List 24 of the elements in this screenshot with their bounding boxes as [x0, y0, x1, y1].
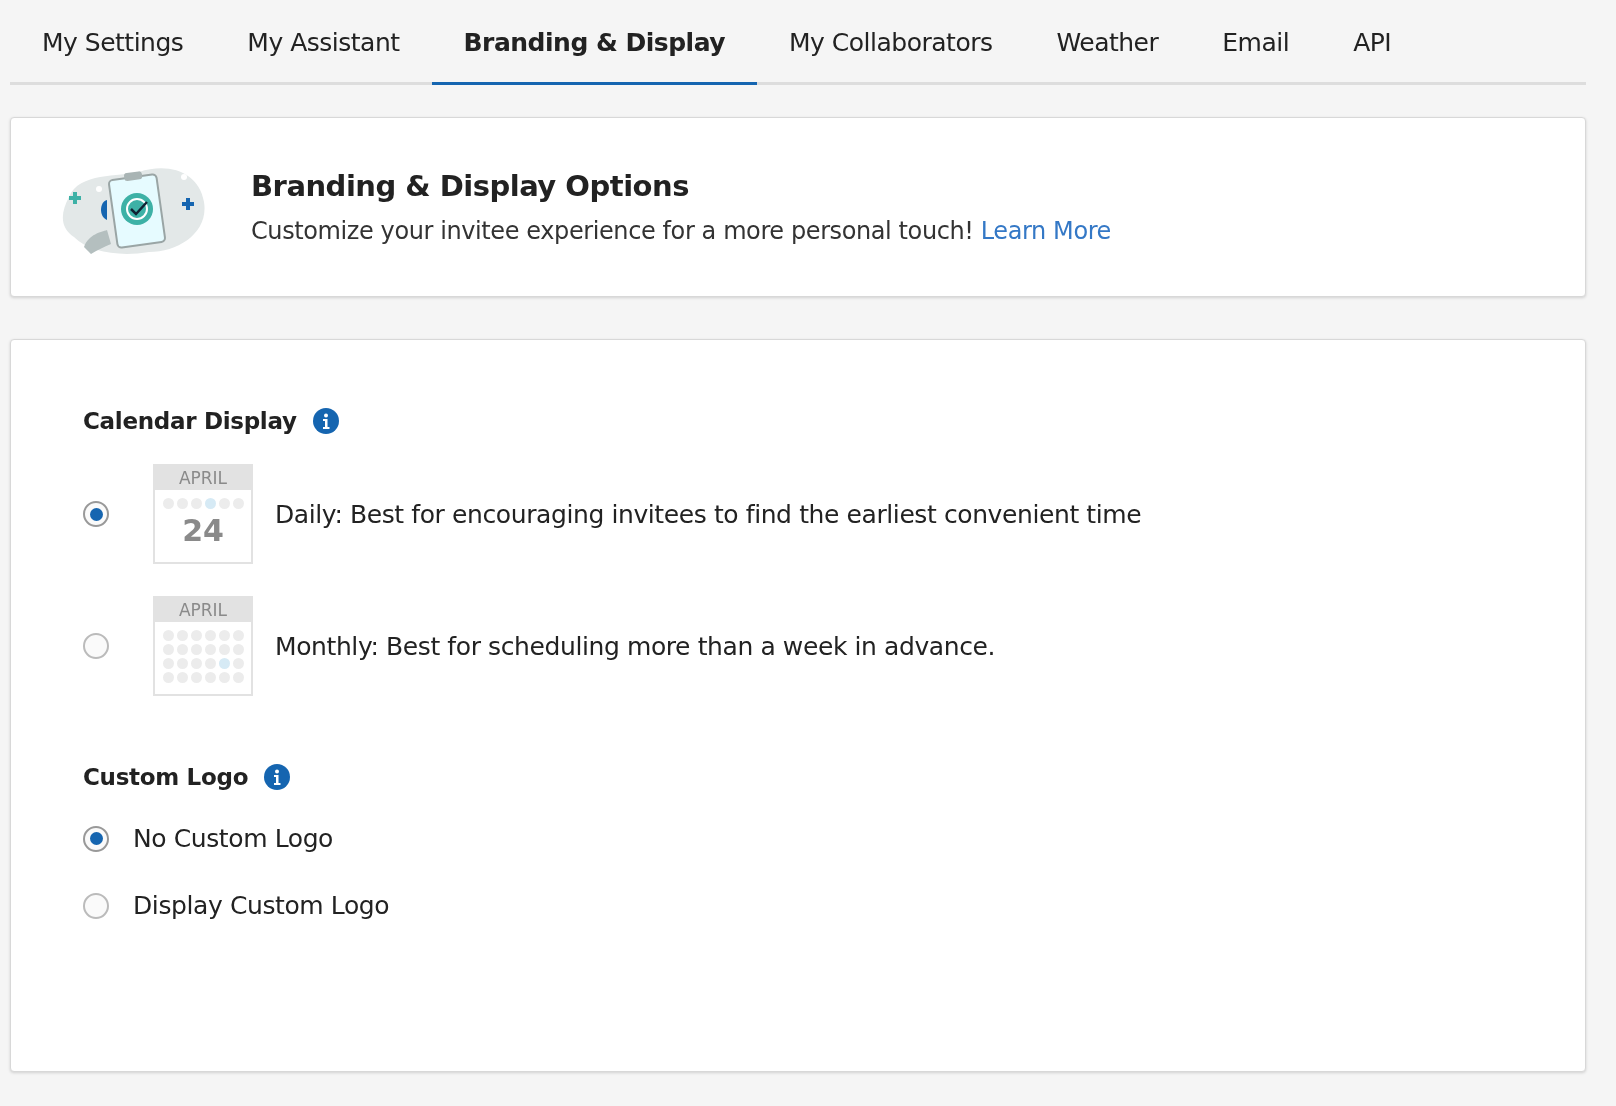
- settings-tab[interactable]: Branding & Display: [431, 0, 758, 85]
- settings-tab[interactable]: Email: [1190, 0, 1322, 85]
- section-heading: Custom Logo: [83, 764, 249, 790]
- option-label: Daily: Best for encouraging invitees to find the earliest convenient time: [275, 499, 1142, 529]
- settings-tab[interactable]: My Collaborators: [757, 0, 1025, 85]
- learn-more-link[interactable]: Learn More: [980, 217, 1111, 245]
- radio-button[interactable]: [83, 501, 109, 527]
- intro-description: Customize your invitee experience for a more personal touch!: [251, 217, 974, 245]
- info-icon[interactable]: [312, 408, 339, 434]
- settings-tab[interactable]: Weather: [1024, 0, 1191, 85]
- settings-tab[interactable]: My Settings: [10, 0, 216, 85]
- section-title: Branding & Display Options: [251, 169, 690, 203]
- settings-tab[interactable]: API: [1321, 0, 1424, 85]
- calendar-icon: APRIL: [153, 596, 253, 696]
- option-label: No Custom Logo: [133, 824, 333, 853]
- section-heading: Calendar Display: [83, 408, 297, 434]
- option-label: Monthly: Best for scheduling more than a week in advance.: [275, 631, 996, 661]
- radio-button[interactable]: [83, 892, 109, 919]
- radio-button[interactable]: [83, 633, 109, 659]
- settings-tab[interactable]: My Assistant: [215, 0, 432, 85]
- info-icon[interactable]: [264, 764, 291, 790]
- radio-button[interactable]: [83, 825, 109, 852]
- calendar-icon: APRIL 24: [153, 464, 253, 564]
- option-label: Display Custom Logo: [133, 891, 390, 920]
